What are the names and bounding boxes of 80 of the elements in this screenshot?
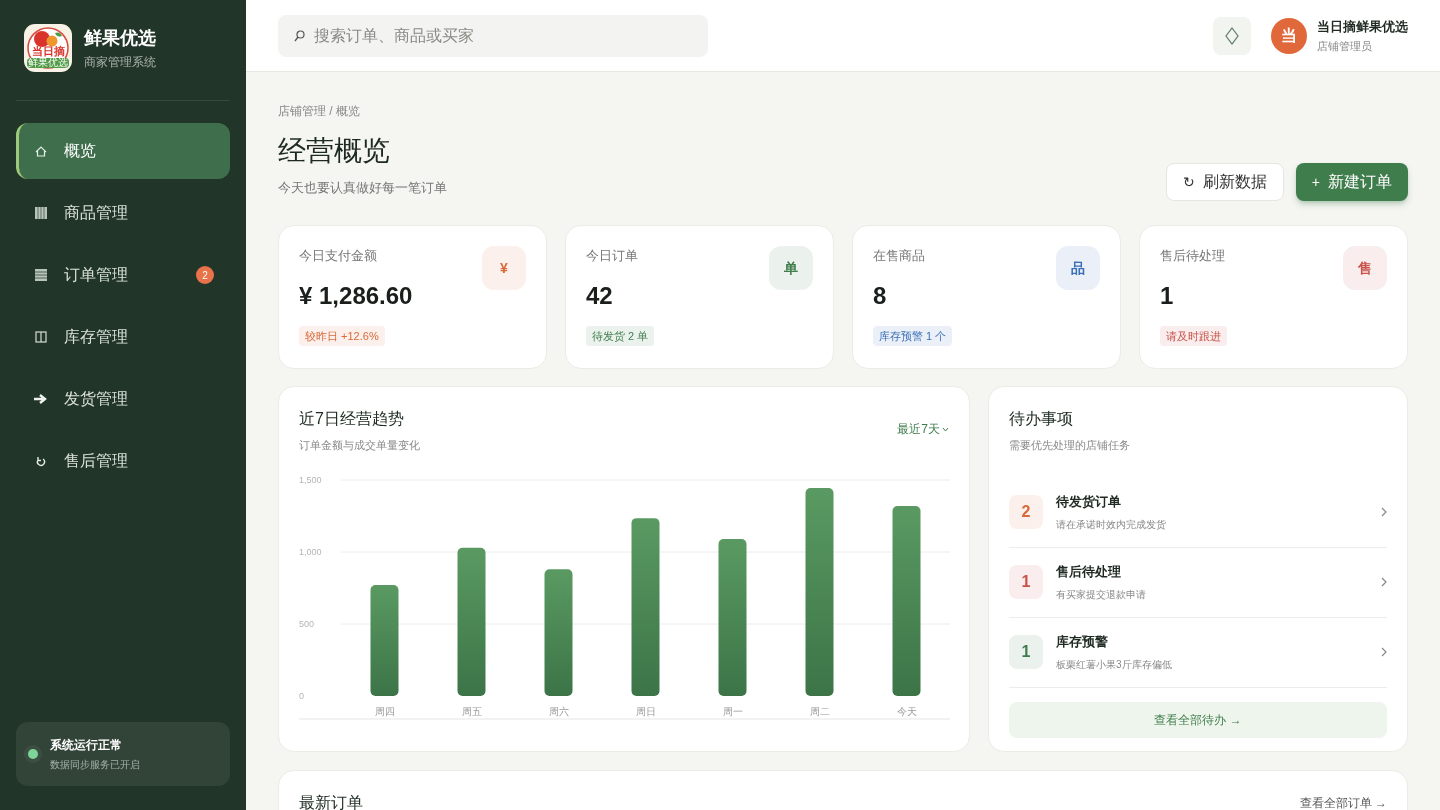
status-detail: 数据同步服务已开启: [50, 757, 140, 772]
stat-icon: 单: [769, 246, 813, 290]
stat-badge: 请及时跟进: [1160, 325, 1227, 346]
stat-badge: 库存预警 1 个: [873, 325, 953, 346]
stat-badge: 待发货 2 单: [586, 325, 655, 346]
page-title: 经营概览: [278, 134, 391, 168]
diamond-button[interactable]: [1213, 16, 1251, 55]
chevron-icon: [1381, 577, 1387, 587]
new-order-button[interactable]: + 新建订单: [1295, 163, 1408, 201]
chevron-icon: [942, 426, 949, 432]
todo-item[interactable]: 1 售后待处理 有买家提交退款申请: [1009, 547, 1387, 618]
range-dropdown[interactable]: 最近7天: [897, 421, 949, 437]
count-badge: 1: [1009, 635, 1043, 669]
brand-title: 鲜果优选: [84, 27, 156, 50]
stat-icon: 售: [1343, 246, 1387, 290]
count-badge: 2: [1009, 495, 1043, 529]
view-all-button[interactable]: 查看全部待办 →: [1009, 701, 1387, 738]
axis-label: 0: [299, 690, 304, 701]
todo-title: 售后待处理: [1056, 562, 1122, 581]
card-subtitle: 需要优先处理的店铺任务: [1009, 438, 1131, 453]
card-title: 近7日经营趋势: [299, 409, 405, 429]
chevron-icon: [1381, 647, 1387, 657]
axis-label: 1,000: [299, 546, 322, 557]
axis-label: 周四: [374, 705, 395, 717]
axis-label: 周六: [548, 705, 569, 717]
todo-detail: 有买家提交退款申请: [1056, 588, 1147, 603]
axis-label: 1,500: [299, 474, 322, 485]
grid-icon: [34, 206, 48, 220]
nav-item[interactable]: 订单管理 2: [16, 247, 230, 303]
stat-badge: 较昨日 +12.6%: [299, 325, 385, 346]
home-icon: [34, 144, 48, 158]
axis-label: 周日: [635, 705, 656, 717]
stat-icon: ¥: [482, 246, 526, 290]
view-all-link[interactable]: 查看全部订单 →: [1299, 795, 1387, 810]
todo-detail: 请在承诺时效内完成发货: [1056, 518, 1167, 533]
nav-item[interactable]: 库存管理: [16, 309, 230, 365]
chevron-icon: [1381, 507, 1387, 517]
logo-text: 当日摘: [30, 46, 65, 57]
status-title: 系统运行正常: [50, 736, 123, 753]
card-title: 最新订单: [299, 793, 363, 810]
breadcrumb: 店铺管理 / 概览: [278, 103, 361, 119]
axis-label: 今天: [896, 705, 917, 717]
stat-label: 在售商品: [873, 247, 925, 265]
todo-item[interactable]: 2 待发货订单 请在承诺时效内完成发货: [1009, 477, 1387, 548]
todo-title: 库存预警: [1056, 632, 1109, 651]
stat-value: 1: [1160, 280, 1175, 311]
logo-text: 鲜果优选: [27, 58, 69, 68]
count-badge: 1: [1009, 565, 1043, 599]
axis-label: 500: [299, 618, 315, 629]
diamond-icon: [1225, 26, 1239, 45]
nav-item[interactable]: 概览: [16, 123, 230, 179]
user-role: 店铺管理员: [1317, 39, 1373, 54]
stat-value: ¥ 1,286.60: [299, 280, 413, 311]
arrow-icon: [34, 392, 48, 406]
todo-detail: 板栗红薯小果3斤库存偏低: [1056, 658, 1173, 673]
axis-label: 周五: [461, 705, 482, 717]
brand-subtitle: 商家管理系统: [84, 54, 156, 70]
card-subtitle: 订单金额与成交单量变化: [299, 438, 420, 453]
search-icon: [294, 29, 305, 42]
columns-icon: [34, 330, 48, 344]
nav-item[interactable]: 发货管理: [16, 371, 230, 427]
list-icon: [34, 268, 48, 282]
count-badge: 2: [196, 266, 214, 284]
card-title: 待办事项: [1009, 409, 1074, 429]
search-field[interactable]: 搜索订单、商品或买家: [278, 14, 708, 57]
page-subtitle: 今天也要认真做好每一笔订单: [278, 179, 447, 197]
logo-drawing: [24, 24, 72, 72]
stat-label: 售后待处理: [1160, 247, 1225, 265]
nav-item[interactable]: 商品管理: [16, 185, 230, 241]
refresh-icon: [34, 454, 48, 468]
user-name: 当日摘鲜果优选: [1317, 17, 1408, 36]
nav-item[interactable]: 售后管理: [16, 433, 230, 489]
stat-value: 42: [586, 280, 614, 311]
refresh-button[interactable]: ↻ 刷新数据: [1165, 163, 1284, 201]
stat-value: 8: [873, 280, 888, 311]
stat-label: 今日支付金额: [299, 247, 378, 265]
stat-label: 今日订单: [586, 247, 638, 265]
stat-icon: 品: [1056, 246, 1100, 290]
todo-title: 待发货订单: [1056, 492, 1122, 511]
todo-item[interactable]: 1 库存预警 板栗红薯小果3斤库存偏低: [1009, 617, 1387, 688]
